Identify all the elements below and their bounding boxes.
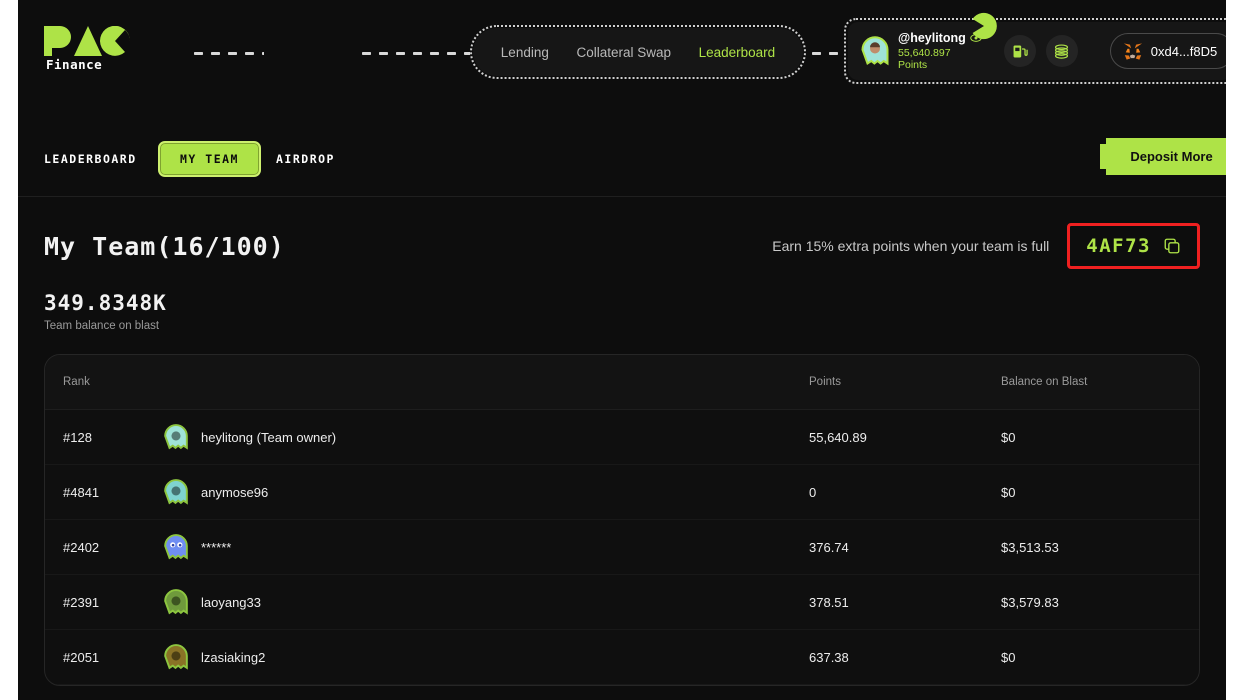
user-points: 55,640.897 Points bbox=[898, 47, 951, 71]
promo-text: Earn 15% extra points when your team is … bbox=[772, 238, 1050, 254]
cell-points: 55,640.89 bbox=[809, 429, 867, 445]
gas-pump-button[interactable] bbox=[1003, 35, 1036, 67]
logo-subtitle: Finance bbox=[46, 57, 103, 72]
user-panel: @heylitong 55,640.897 Points 0xd4...f8D5 bbox=[848, 22, 1226, 80]
cell-rank: #4841 bbox=[63, 484, 100, 500]
metamask-fox-icon bbox=[1123, 42, 1142, 60]
page-title: My Team(16/100) bbox=[44, 231, 285, 261]
referral-code-box[interactable]: 4AF73 bbox=[1067, 223, 1200, 269]
team-table: Rank Points Balance on Blast #128 heylito… bbox=[44, 354, 1200, 686]
cell-rank: #2051 bbox=[63, 649, 100, 665]
table-row[interactable]: #2051 lzasiaking2 637.38 $0 bbox=[45, 630, 1199, 685]
promo-wrap: Earn 15% extra points when your team is … bbox=[772, 223, 1200, 269]
cell-user: ****** bbox=[163, 534, 809, 560]
cell-rank: #128 bbox=[63, 429, 92, 445]
pac-logo-mark bbox=[44, 26, 130, 56]
cell-user: anymose96 bbox=[163, 479, 809, 505]
cell-points: 0 bbox=[809, 484, 817, 500]
cell-rank: #2402 bbox=[63, 539, 100, 555]
user-name: anymose96 bbox=[201, 484, 269, 500]
cell-points: 378.51 bbox=[809, 594, 849, 610]
secondary-tab-bar: LEADERBOARD MY TEAM AIRDROP Deposit More bbox=[18, 94, 1226, 197]
pacman-icon bbox=[972, 12, 997, 40]
ghost-avatar[interactable] bbox=[163, 644, 189, 670]
table-header-row: Rank Points Balance on Blast bbox=[45, 355, 1199, 410]
cell-balance: $0 bbox=[1001, 649, 1016, 665]
table-row[interactable]: #4841 anymose96 0 $0 bbox=[45, 465, 1199, 520]
cell-balance: $0 bbox=[1001, 429, 1016, 445]
cell-balance: $0 bbox=[1001, 484, 1016, 500]
wallet-button[interactable]: 0xd4...f8D5 bbox=[1109, 33, 1226, 69]
user-name: ****** bbox=[201, 539, 232, 555]
main-content: My Team(16/100) Earn 15% extra points wh… bbox=[18, 197, 1226, 686]
cell-points: 376.74 bbox=[809, 539, 849, 555]
tab-airdrop[interactable]: AIRDROP bbox=[276, 152, 335, 166]
cell-balance: $3,579.83 bbox=[1001, 594, 1059, 610]
gas-pump-icon bbox=[1013, 45, 1028, 57]
user-name: lzasiaking2 bbox=[201, 649, 266, 665]
nav-item-leaderboard[interactable]: Leaderboard bbox=[699, 45, 776, 60]
table-row[interactable]: #2402 ****** 376.74 $3,513.53 bbox=[45, 520, 1199, 575]
team-balance-block: 349.8348K Team balance on blast bbox=[44, 291, 1200, 332]
cell-user: laoyang33 bbox=[163, 589, 809, 615]
user-name: laoyang33 bbox=[201, 594, 261, 610]
team-balance-value: 349.8348K bbox=[44, 291, 167, 315]
title-row: My Team(16/100) Earn 15% extra points wh… bbox=[44, 197, 1200, 269]
table-row[interactable]: #2391 laoyang33 378.51 $3,579.83 bbox=[45, 575, 1199, 630]
referral-code: 4AF73 bbox=[1086, 235, 1151, 257]
tab-leaderboard[interactable]: LEADERBOARD bbox=[44, 152, 137, 166]
coins-stack-icon bbox=[1055, 43, 1069, 59]
column-header-points: Points bbox=[809, 376, 841, 388]
tab-my-team[interactable]: MY TEAM bbox=[158, 141, 261, 177]
ghost-avatar[interactable] bbox=[163, 534, 189, 560]
deposit-more-button[interactable]: Deposit More bbox=[1100, 138, 1226, 175]
cell-points: 637.38 bbox=[809, 649, 849, 665]
ghost-avatar[interactable] bbox=[163, 424, 189, 450]
deposit-button-label: Deposit More bbox=[1130, 149, 1213, 164]
brand-logo[interactable]: Finance bbox=[44, 26, 184, 74]
table-body: #128 heylitong (Team owner) 55,640.89 $0 #48… bbox=[45, 410, 1199, 685]
dot-trail-right bbox=[808, 52, 844, 55]
ghost-avatar[interactable] bbox=[163, 589, 189, 615]
user-avatar-ghost[interactable] bbox=[860, 36, 890, 66]
user-name: heylitong (Team owner) bbox=[201, 429, 337, 445]
column-header-balance: Balance on Blast bbox=[1001, 376, 1088, 388]
top-header: Finance Lending Collateral Swap Leaderbo… bbox=[18, 0, 1226, 94]
cell-user: lzasiaking2 bbox=[163, 644, 809, 670]
ghost-avatar[interactable] bbox=[163, 479, 189, 505]
user-name: @heylitong bbox=[898, 31, 966, 45]
coins-stack-button[interactable] bbox=[1045, 35, 1078, 67]
cell-balance: $3,513.53 bbox=[1001, 539, 1059, 555]
wallet-address: 0xd4...f8D5 bbox=[1150, 43, 1218, 59]
dot-trail-mid bbox=[358, 52, 470, 55]
table-row[interactable]: #128 heylitong (Team owner) 55,640.89 $0 bbox=[45, 410, 1199, 465]
column-header-rank: Rank bbox=[63, 376, 90, 388]
team-balance-label: Team balance on blast bbox=[44, 320, 160, 332]
app-root: Finance Lending Collateral Swap Leaderbo… bbox=[18, 0, 1226, 700]
copy-icon[interactable] bbox=[1163, 237, 1181, 255]
nav-item-lending[interactable]: Lending bbox=[501, 45, 549, 60]
cell-user: heylitong (Team owner) bbox=[163, 424, 809, 450]
main-nav: Lending Collateral Swap Leaderboard bbox=[473, 28, 803, 76]
dot-trail-left bbox=[190, 52, 264, 55]
nav-item-collateral-swap[interactable]: Collateral Swap bbox=[576, 45, 671, 60]
cell-rank: #2391 bbox=[63, 594, 100, 610]
